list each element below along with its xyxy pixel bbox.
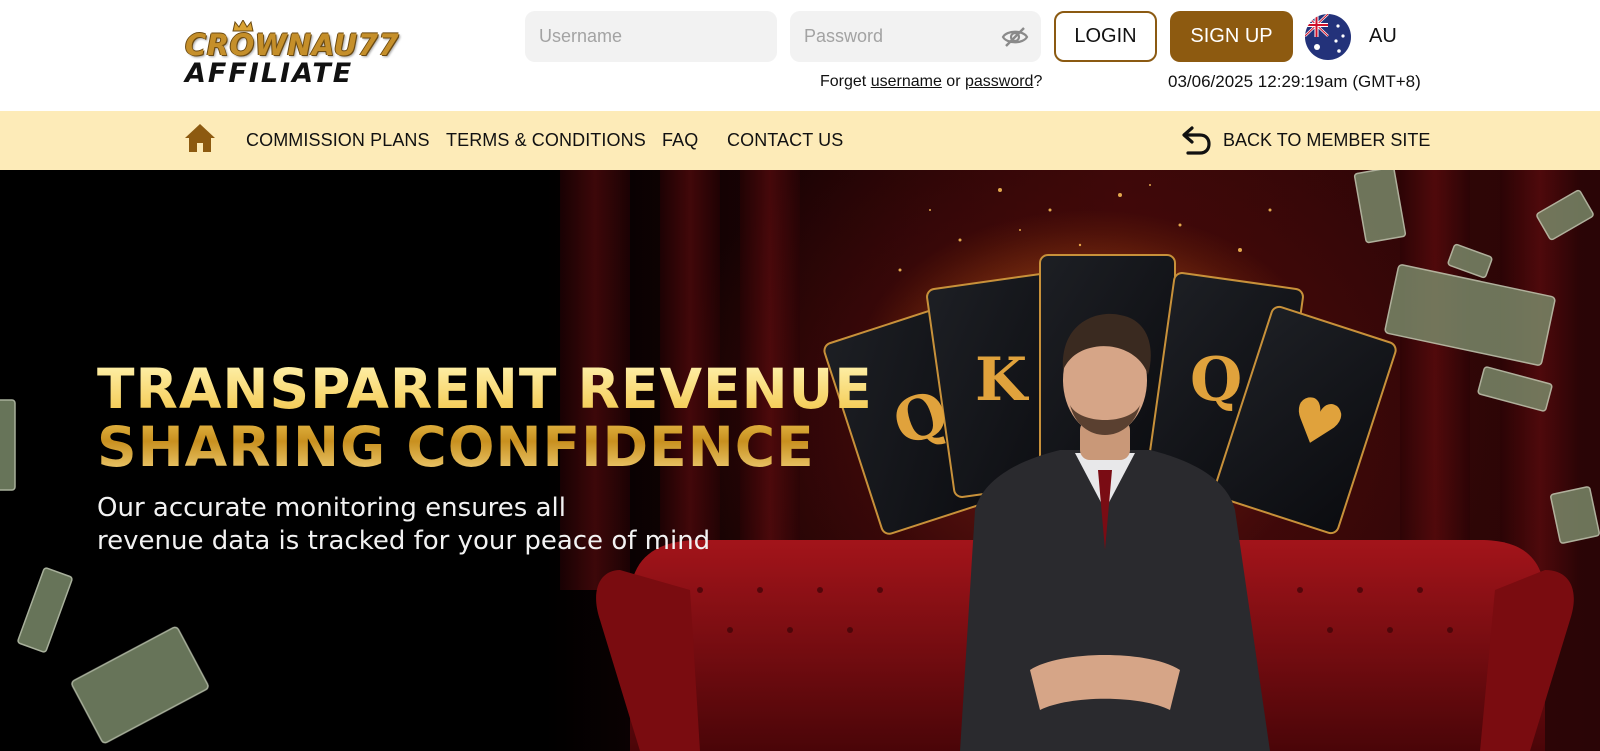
- nav-item-terms-conditions[interactable]: TERMS & CONDITIONS: [446, 130, 646, 151]
- hero-headline: TRANSPARENT REVENUE SHARING CONFIDENCE: [97, 360, 873, 476]
- hero-headline-line-1: TRANSPARENT REVENUE: [97, 357, 873, 421]
- top-header: CROWNAU77 AFFILIATE LOGIN SIGN UP: [0, 0, 1600, 111]
- forget-username-link[interactable]: username: [871, 73, 942, 90]
- nav-item-contact-us[interactable]: CONTACT US: [727, 130, 843, 151]
- username-field-wrap: [525, 11, 777, 62]
- eye-slash-icon[interactable]: [1001, 25, 1029, 49]
- home-icon[interactable]: [184, 122, 216, 154]
- logo-affiliate-text: AFFILIATE: [185, 58, 354, 89]
- logo-brand-text: CROWNAU77: [185, 28, 400, 62]
- australia-flag-icon[interactable]: [1305, 14, 1351, 60]
- hero-subtitle-line-1: Our accurate monitoring ensures all: [97, 493, 566, 523]
- username-input[interactable]: [525, 11, 777, 62]
- forget-prefix: Forget: [820, 73, 871, 90]
- forget-credentials-text: Forget username or password?: [820, 73, 1042, 91]
- login-button[interactable]: LOGIN: [1054, 11, 1157, 62]
- site-logo[interactable]: CROWNAU77 AFFILIATE: [185, 20, 410, 89]
- nav-item-commission-plans[interactable]: COMMISSION PLANS: [246, 130, 430, 151]
- password-field-wrap: [790, 11, 1041, 62]
- hero-subtitle: Our accurate monitoring ensures all reve…: [97, 492, 717, 558]
- back-arrow-icon[interactable]: [1180, 124, 1212, 156]
- hero-subtitle-line-2: revenue data is tracked for your peace o…: [97, 526, 711, 556]
- signup-button[interactable]: SIGN UP: [1170, 11, 1293, 62]
- svg-text:Q: Q: [1190, 345, 1242, 415]
- forget-middle: or: [941, 73, 965, 90]
- back-to-member-site-link[interactable]: BACK TO MEMBER SITE: [1223, 130, 1430, 151]
- nav-item-faq[interactable]: FAQ: [662, 130, 698, 151]
- main-nav: COMMISSION PLANS TERMS & CONDITIONS FAQ …: [0, 111, 1600, 170]
- hero-banner: Q K K Q ♥: [0, 170, 1600, 751]
- forget-password-link[interactable]: password: [965, 73, 1033, 90]
- svg-text:K: K: [975, 345, 1029, 415]
- server-datetime: 03/06/2025 12:29:19am (GMT+8): [1168, 72, 1421, 91]
- hero-headline-line-2: SHARING CONFIDENCE: [97, 415, 815, 479]
- forget-suffix: ?: [1033, 73, 1043, 90]
- language-label[interactable]: AU: [1369, 25, 1397, 48]
